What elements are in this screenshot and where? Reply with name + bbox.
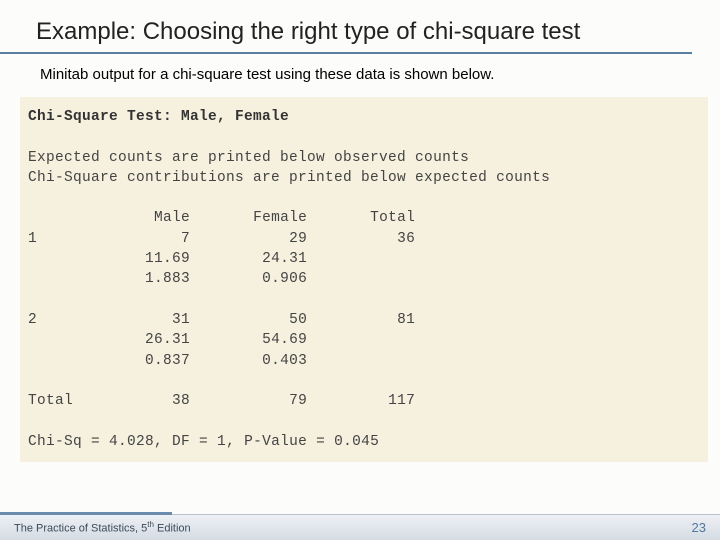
totals-row: Total 38 79 117 [28,391,700,411]
output-note-expected: Expected counts are printed below observ… [28,148,700,168]
slide: Example: Choosing the right type of chi-… [0,0,720,540]
table-row: 2 31 50 81 [28,310,700,330]
column-headers: Male Female Total [28,208,700,228]
table-row: 0.837 0.403 [28,351,700,371]
book-title: The Practice of Statistics, 5th Edition [14,520,191,535]
output-note-contrib: Chi-Square contributions are printed bel… [28,168,700,188]
output-heading: Chi-Square Test: Male, Female [28,109,289,125]
table-row: 26.31 54.69 [28,330,700,350]
slide-title: Example: Choosing the right type of chi-… [0,0,692,54]
minitab-output: Chi-Square Test: Male, Female Expected c… [20,97,708,462]
chi-square-summary: Chi-Sq = 4.028, DF = 1, P-Value = 0.045 [28,432,700,452]
page-number: 23 [692,520,706,535]
slide-subtitle: Minitab output for a chi-square test usi… [0,54,720,83]
slide-footer: The Practice of Statistics, 5th Edition … [0,514,720,540]
table-row: 11.69 24.31 [28,249,700,269]
table-row: 1 7 29 36 [28,229,700,249]
table-row: 1.883 0.906 [28,269,700,289]
